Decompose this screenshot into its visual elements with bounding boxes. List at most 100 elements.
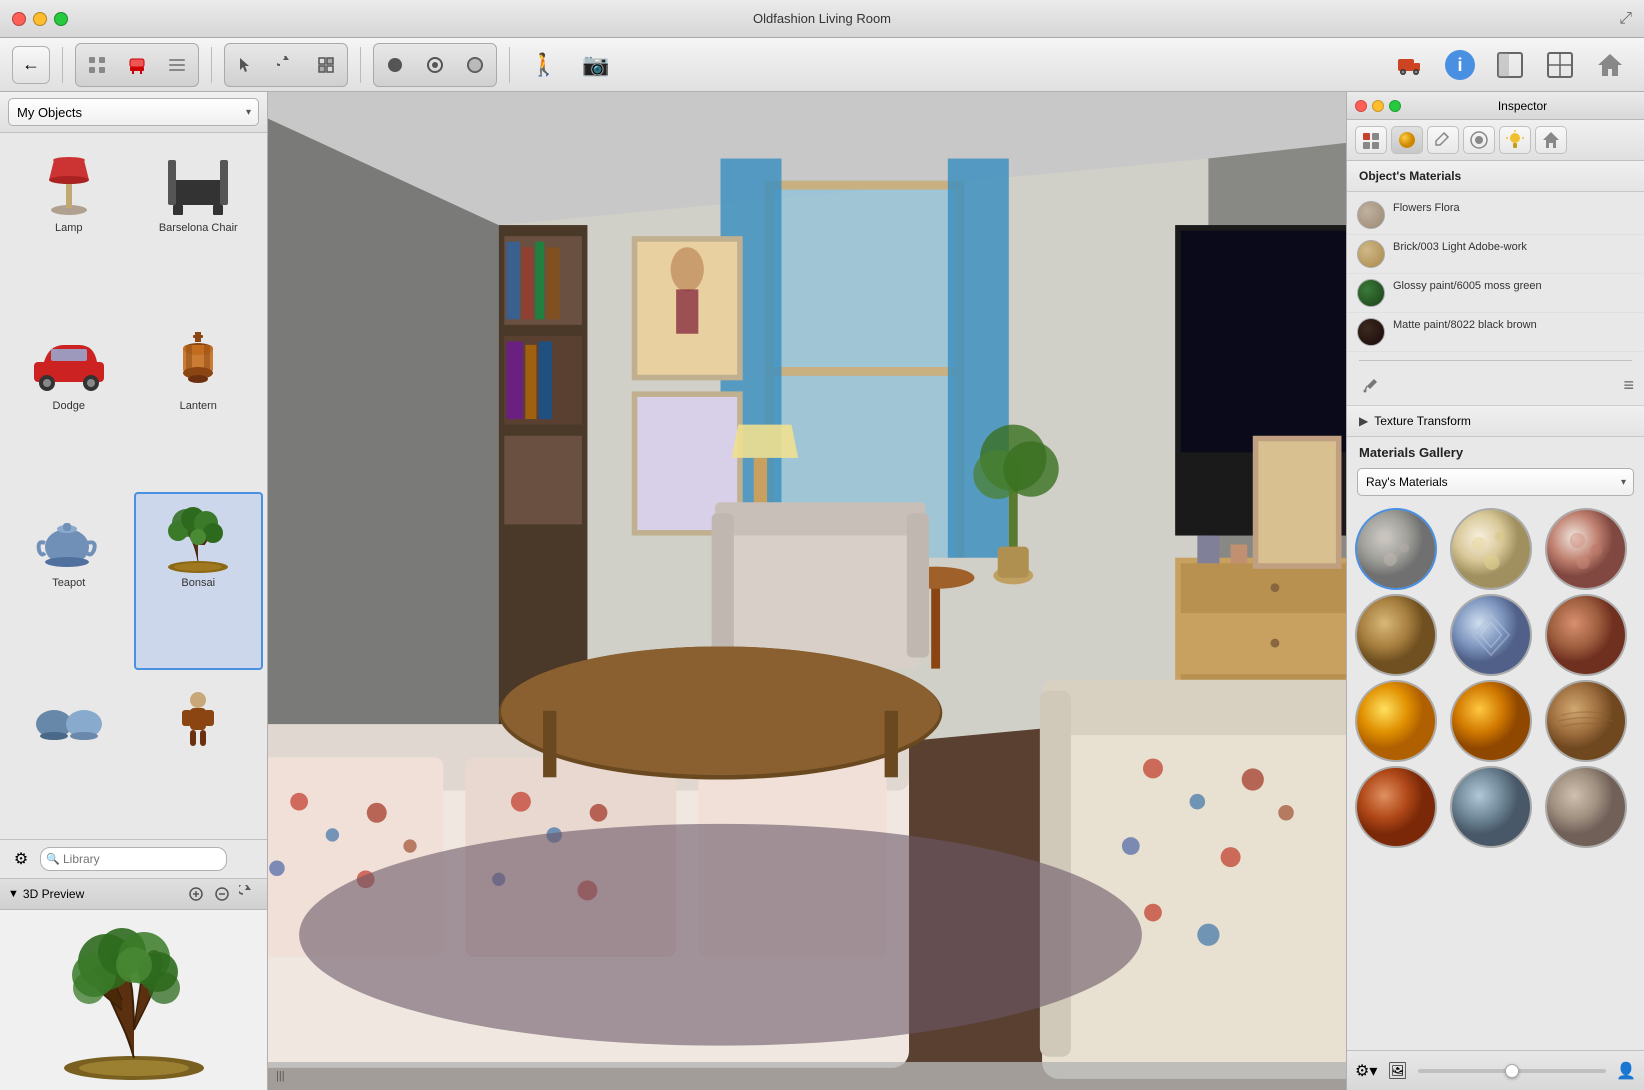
preview-area bbox=[0, 910, 267, 1090]
viewport[interactable]: ||| bbox=[268, 92, 1346, 1090]
object-item-bonsai[interactable]: Bonsai bbox=[134, 492, 264, 670]
gallery-dropdown-row: Ray's MaterialsStandard MaterialsCustom bbox=[1347, 464, 1644, 504]
toolbar-objects-btn[interactable] bbox=[78, 46, 116, 84]
home-btn[interactable] bbox=[1588, 46, 1632, 84]
preview-controls bbox=[185, 883, 259, 905]
object-label-barselona-chair: Barselona Chair bbox=[159, 222, 238, 234]
object-label-lantern: Lantern bbox=[180, 400, 217, 412]
gallery-swatch-11[interactable] bbox=[1450, 766, 1532, 848]
minimize-button[interactable] bbox=[33, 12, 47, 26]
inspector-tab-render[interactable] bbox=[1463, 126, 1495, 154]
object-item-lantern[interactable]: Lantern bbox=[134, 315, 264, 493]
rotate-tool-btn[interactable] bbox=[267, 46, 305, 84]
object-item-figure[interactable] bbox=[134, 670, 264, 836]
object-thumb-chair bbox=[153, 147, 243, 222]
object-item-teapot[interactable]: Teapot bbox=[4, 492, 134, 670]
texture-transform-toggle[interactable]: ▶ bbox=[1359, 414, 1368, 428]
gallery-swatch-1[interactable] bbox=[1355, 508, 1437, 590]
material-item-matte[interactable]: Matte paint/8022 black brown bbox=[1347, 313, 1644, 352]
material-item-glossy[interactable]: Glossy paint/6005 moss green bbox=[1347, 274, 1644, 313]
texture-transform-section[interactable]: ▶ Texture Transform bbox=[1347, 406, 1644, 437]
maximize-button[interactable] bbox=[54, 12, 68, 26]
walk-mode-btn[interactable]: 🚶 bbox=[522, 46, 566, 84]
close-button[interactable] bbox=[12, 12, 26, 26]
titlebar: Oldfashion Living Room ⤢ bbox=[0, 0, 1644, 38]
inspector-maximize-btn[interactable] bbox=[1389, 100, 1401, 112]
object-thumb-car bbox=[24, 325, 114, 400]
objects-gear-btn[interactable]: ⚙ bbox=[8, 846, 34, 872]
info-btn[interactable]: i bbox=[1438, 46, 1482, 84]
gallery-swatch-10[interactable] bbox=[1355, 766, 1437, 848]
library-search-input[interactable] bbox=[40, 847, 227, 871]
inspector-tab-home[interactable] bbox=[1535, 126, 1567, 154]
left-panel: My ObjectsAll ObjectsFavorites Lamp bbox=[0, 92, 268, 1090]
toolbar-chair-btn[interactable] bbox=[118, 46, 156, 84]
toolbar-right-group: i bbox=[1388, 46, 1632, 84]
truck-btn[interactable] bbox=[1388, 46, 1432, 84]
gallery-swatch-12[interactable] bbox=[1545, 766, 1627, 848]
inspector-tabs bbox=[1347, 120, 1644, 161]
object-item-barselona-chair[interactable]: Barselona Chair bbox=[134, 137, 264, 315]
gallery-swatch-2[interactable] bbox=[1450, 508, 1532, 590]
back-button[interactable]: ← bbox=[12, 46, 50, 84]
edit-tools-group bbox=[224, 43, 348, 87]
gallery-dropdown[interactable]: Ray's MaterialsStandard MaterialsCustom bbox=[1357, 468, 1634, 496]
texture-btn[interactable] bbox=[456, 46, 494, 84]
cursor-tool-btn[interactable] bbox=[227, 46, 265, 84]
resize-icon[interactable]: ⤢ bbox=[1619, 10, 1632, 28]
layout-btn[interactable] bbox=[1488, 46, 1532, 84]
texture-transform-label: Texture Transform bbox=[1374, 414, 1471, 428]
inspector-bottom-gear-btn[interactable]: ⚙▾ bbox=[1355, 1061, 1377, 1081]
render-mode-group bbox=[373, 43, 497, 87]
object-thumb-teapot bbox=[24, 502, 114, 577]
titlebar-buttons bbox=[12, 12, 68, 26]
inspector-close-btn[interactable] bbox=[1355, 100, 1367, 112]
select-tool-btn[interactable] bbox=[307, 46, 345, 84]
inspector-bottom-person-btn[interactable]: 👤 bbox=[1616, 1061, 1636, 1081]
camera-btn[interactable]: 📷 bbox=[574, 46, 618, 84]
material-name-brick: Brick/003 Light Adobe-work bbox=[1393, 240, 1634, 254]
inspector-slider-thumb[interactable] bbox=[1505, 1064, 1519, 1078]
inspector-panel: Inspector bbox=[1346, 92, 1644, 1090]
material-item-flowers-flora[interactable]: Flowers Flora bbox=[1347, 196, 1644, 235]
gallery-swatch-8[interactable] bbox=[1450, 680, 1532, 762]
material-item-brick[interactable]: Brick/003 Light Adobe-work bbox=[1347, 235, 1644, 274]
objects-dropdown[interactable]: My ObjectsAll ObjectsFavorites bbox=[8, 98, 259, 126]
inspector-minimize-btn[interactable] bbox=[1372, 100, 1384, 112]
preview-toggle-btn[interactable]: ▼ bbox=[8, 888, 19, 900]
objects-grid: Lamp Barselona Chair bbox=[0, 133, 267, 839]
material-swatch-glossy bbox=[1357, 279, 1385, 307]
object-item-vase[interactable] bbox=[4, 670, 134, 836]
room-scene bbox=[268, 92, 1346, 1090]
gallery-swatch-5[interactable] bbox=[1450, 594, 1532, 676]
object-label-teapot: Teapot bbox=[52, 577, 85, 589]
material-swatch-flowers-flora bbox=[1357, 201, 1385, 229]
inspector-tab-light[interactable] bbox=[1499, 126, 1531, 154]
inspector-tab-edit[interactable] bbox=[1427, 126, 1459, 154]
inspector-menu-btn[interactable]: ≡ bbox=[1623, 375, 1634, 396]
view2d-btn[interactable] bbox=[1538, 46, 1582, 84]
object-item-dodge[interactable]: Dodge bbox=[4, 315, 134, 493]
solid-btn[interactable] bbox=[416, 46, 454, 84]
inspector-tab-materials[interactable] bbox=[1391, 126, 1423, 154]
preview-reset-btn[interactable] bbox=[237, 883, 259, 905]
inspector-bottom-photo-btn[interactable]: 🖼 bbox=[1387, 1061, 1407, 1081]
inspector-window-buttons bbox=[1355, 100, 1401, 112]
preview-zoom-in-btn[interactable] bbox=[185, 883, 207, 905]
gallery-swatch-9[interactable] bbox=[1545, 680, 1627, 762]
section-divider-1 bbox=[1359, 360, 1632, 361]
preview-zoom-out-btn[interactable] bbox=[211, 883, 233, 905]
material-name-matte: Matte paint/8022 black brown bbox=[1393, 318, 1634, 332]
wireframe-btn[interactable] bbox=[376, 46, 414, 84]
material-swatch-matte bbox=[1357, 318, 1385, 346]
eyedropper-tool-btn[interactable] bbox=[1357, 371, 1385, 399]
object-item-lamp[interactable]: Lamp bbox=[4, 137, 134, 315]
gallery-swatch-4[interactable] bbox=[1355, 594, 1437, 676]
toolbar-list-btn[interactable] bbox=[158, 46, 196, 84]
gallery-grid bbox=[1347, 504, 1644, 852]
gallery-swatch-6[interactable] bbox=[1545, 594, 1627, 676]
inspector-tab-objects[interactable] bbox=[1355, 126, 1387, 154]
gallery-swatch-7[interactable] bbox=[1355, 680, 1437, 762]
gallery-swatch-3[interactable] bbox=[1545, 508, 1627, 590]
object-label-bonsai: Bonsai bbox=[181, 577, 215, 589]
